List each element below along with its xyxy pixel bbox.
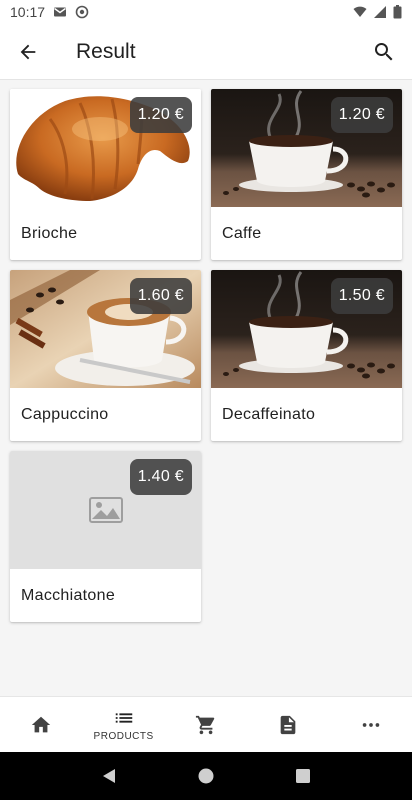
recents-square-icon[interactable] [294, 767, 312, 785]
nav-item-home[interactable] [0, 697, 82, 752]
wifi-icon [353, 6, 367, 17]
price-badge: 1.40 € [129, 459, 192, 495]
more-icon [362, 722, 380, 727]
cart-icon [195, 715, 215, 734]
page-title: Result [76, 39, 136, 63]
status-time: 10:17 [10, 4, 46, 20]
product-card-caffe[interactable]: 1.20 € Caffe [211, 89, 402, 260]
nav-label-products: PRODUCTS [93, 731, 154, 742]
home-icon [32, 716, 51, 732]
nav-item-more[interactable] [330, 697, 412, 752]
arrow-back-icon [20, 44, 36, 59]
back-button[interactable] [0, 24, 56, 80]
status-bar: 10:17 [0, 0, 412, 24]
product-card-macchiatone[interactable]: 1.40 € Macchiatone [10, 451, 201, 622]
product-name: Cappuccino [21, 405, 109, 423]
search-icon [375, 42, 393, 60]
document-icon [281, 715, 296, 734]
nav-item-products[interactable]: PRODUCTS [82, 697, 164, 752]
sync-icon [75, 5, 89, 19]
product-name: Macchiatone [21, 586, 116, 604]
price-badge: 1.50 € [330, 278, 393, 314]
product-grid: 1.20 € Brioche 1.20 € Caffe 1.60 € Cappu… [10, 89, 402, 622]
system-nav-bar [0, 752, 412, 800]
product-card-decaffeinato[interactable]: 1.50 € Decaffeinato [211, 270, 402, 441]
back-triangle-icon[interactable] [100, 767, 118, 785]
signal-icon [374, 6, 386, 18]
battery-icon [393, 5, 402, 19]
home-circle-icon[interactable] [197, 767, 215, 785]
search-button[interactable] [356, 24, 412, 80]
image-placeholder-icon [88, 497, 123, 523]
product-name: Decaffeinato [222, 405, 316, 423]
product-card-cappuccino[interactable]: 1.60 € Cappuccino [10, 270, 201, 441]
product-name: Caffe [222, 224, 262, 242]
product-name: Brioche [21, 224, 78, 242]
nav-item-document[interactable] [247, 697, 329, 752]
list-icon [115, 713, 132, 723]
gmail-icon [54, 7, 67, 17]
price-badge: 1.20 € [129, 97, 192, 133]
bottom-nav: PRODUCTS [0, 696, 412, 752]
app-bar: Result [0, 24, 412, 80]
price-badge: 1.20 € [330, 97, 393, 133]
nav-item-cart[interactable] [165, 697, 247, 752]
price-badge: 1.60 € [129, 278, 192, 314]
product-card-brioche[interactable]: 1.20 € Brioche [10, 89, 201, 260]
